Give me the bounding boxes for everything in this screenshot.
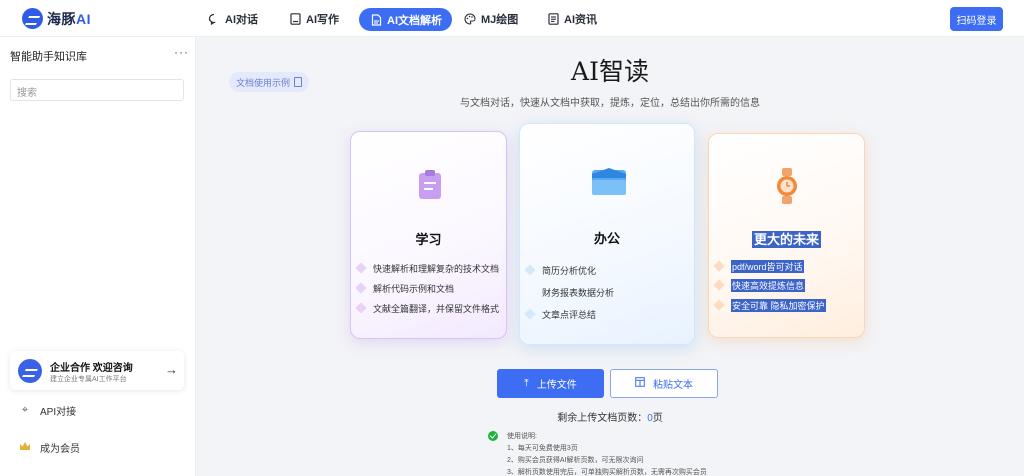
upload-icon: ⤒ bbox=[524, 378, 529, 389]
search-input[interactable]: 搜索 bbox=[10, 79, 184, 101]
nav-label: AI写作 bbox=[306, 14, 339, 26]
page-subtitle: 与文档对话，快速从文档中获取，提炼，定位，总结出你所需的信息 bbox=[460, 98, 760, 109]
list-item: 财务报表数据分析 bbox=[542, 287, 615, 298]
nav-label: AI文档解析 bbox=[387, 14, 442, 27]
document-example-tag[interactable]: 文档使用示例 bbox=[229, 72, 310, 92]
news-icon bbox=[546, 12, 560, 26]
sidebar: 智能助手知识库 ··· 搜索 企业合作 欢迎咨询 建立企业专属AI工作平台 → … bbox=[0, 37, 196, 476]
usage-line: 1、每天可免费使用3页 bbox=[507, 445, 578, 452]
api-icon: ⌖ bbox=[21, 404, 29, 416]
bullet-icon bbox=[524, 264, 536, 276]
logo-name: 海豚 bbox=[47, 10, 76, 27]
sidebar-item-label: 成为会员 bbox=[40, 444, 80, 455]
nav-label: AI资讯 bbox=[564, 14, 597, 26]
card-feature-list: pdf/word皆可对话 快速高效提炼信息 安全可靠 隐私加密保护 bbox=[713, 257, 826, 315]
knowledge-base-title: 智能助手知识库 bbox=[10, 50, 87, 63]
promo-subtitle: 建立企业专属AI工作平台 bbox=[50, 376, 127, 383]
remaining-pages: 剩余上传文档页数：0页 bbox=[557, 413, 663, 424]
upload-file-button[interactable]: ⤒ 上传文件 bbox=[497, 369, 604, 398]
list-item: 文章点评总结 bbox=[524, 303, 614, 325]
watch-icon bbox=[775, 168, 799, 209]
chat-icon bbox=[207, 12, 221, 26]
list-item: 解析代码示例和文档 bbox=[355, 278, 499, 298]
list-item: 快速高效提炼信息 bbox=[713, 275, 826, 295]
card-feature-list: 简历分析优化 财务报表数据分析 文章点评总结 bbox=[524, 259, 615, 325]
clipboard-icon bbox=[417, 169, 443, 206]
logo-suffix: AI bbox=[76, 10, 91, 27]
top-nav: 海豚AI AI对话 AI写作 AI文档解析 MJ绘图 AI资讯 扫码登录 bbox=[0, 0, 1024, 37]
sidebar-item-member[interactable]: 成为会员 bbox=[18, 440, 80, 455]
handshake-icon bbox=[18, 359, 42, 383]
nav-label: AI对话 bbox=[225, 14, 258, 26]
sidebar-item-label: API对接 bbox=[40, 407, 77, 418]
card-title: 更大的未来 bbox=[751, 231, 821, 248]
card-title: 办公 bbox=[593, 231, 620, 246]
enterprise-promo-card[interactable]: 企业合作 欢迎咨询 建立企业专属AI工作平台 → bbox=[10, 351, 184, 390]
list-item: 文献全篇翻译，并保留文件格式 bbox=[355, 298, 499, 318]
list-item: 安全可靠 隐私加密保护 bbox=[713, 295, 826, 315]
page-title: AI智读 bbox=[571, 57, 649, 86]
document-icon bbox=[294, 77, 303, 87]
demo-tag-label: 文档使用示例 bbox=[236, 77, 291, 88]
usage-line: 3、解析页数使用完后，可单独购买解析页数，无需再次购买会员 bbox=[507, 469, 707, 476]
nav-ai-news[interactable]: AI资讯 bbox=[546, 9, 597, 29]
bullet-icon bbox=[713, 260, 725, 272]
more-icon[interactable]: ··· bbox=[174, 45, 189, 59]
palette-icon bbox=[463, 12, 477, 26]
promo-title: 企业合作 欢迎咨询 bbox=[50, 363, 133, 374]
logo[interactable]: 海豚AI bbox=[22, 8, 91, 29]
logo-icon bbox=[22, 8, 43, 29]
document-write-icon bbox=[288, 12, 302, 26]
sidebar-item-api[interactable]: ⌖ API对接 bbox=[18, 403, 76, 418]
nav-ai-doc-parse[interactable]: AI文档解析 bbox=[359, 8, 452, 31]
nav-label: MJ绘图 bbox=[481, 14, 519, 26]
bullet-icon bbox=[713, 299, 725, 311]
list-item: 简历分析优化 bbox=[524, 259, 614, 281]
nav-ai-write[interactable]: AI写作 bbox=[288, 9, 339, 29]
list-item: 快速解析和理解复杂的技术文档 bbox=[355, 258, 499, 278]
bullet-icon bbox=[524, 308, 536, 320]
arrow-right-icon: → bbox=[165, 362, 178, 377]
bullet-icon bbox=[355, 302, 367, 314]
feature-card-study: 学习 快速解析和理解复杂的技术文档 解析代码示例和文档 文献全篇翻译，并保留文件… bbox=[350, 131, 507, 339]
paste-label: 粘贴文本 bbox=[653, 380, 693, 391]
nav-ai-chat[interactable]: AI对话 bbox=[207, 9, 258, 29]
nav-mj-draw[interactable]: MJ绘图 bbox=[463, 9, 518, 29]
crown-icon bbox=[18, 441, 32, 454]
list-item: pdf/word皆可对话 bbox=[713, 257, 826, 275]
check-circle-icon bbox=[488, 431, 498, 441]
bullet-icon bbox=[355, 282, 367, 294]
bullet-icon bbox=[713, 279, 725, 291]
folder-icon bbox=[591, 166, 627, 201]
card-title: 学习 bbox=[415, 232, 442, 247]
usage-line: 2、购买会员获得AI解析页数，可无限次询问 bbox=[507, 457, 644, 464]
bullet-icon bbox=[355, 262, 367, 274]
clipboard-paste-icon bbox=[635, 377, 645, 390]
scan-login-button[interactable]: 扫码登录 bbox=[950, 7, 1003, 31]
feature-card-office: 办公 简历分析优化 财务报表数据分析 文章点评总结 bbox=[519, 123, 695, 345]
feature-card-future: 更大的未来 pdf/word皆可对话 快速高效提炼信息 安全可靠 隐私加密保护 bbox=[708, 133, 865, 338]
document-parse-icon bbox=[369, 13, 383, 27]
paste-text-button[interactable]: 粘贴文本 bbox=[610, 369, 718, 398]
card-feature-list: 快速解析和理解复杂的技术文档 解析代码示例和文档 文献全篇翻译，并保留文件格式 bbox=[355, 258, 499, 318]
usage-title: 使用说明: bbox=[507, 433, 537, 440]
upload-label: 上传文件 bbox=[536, 380, 577, 391]
